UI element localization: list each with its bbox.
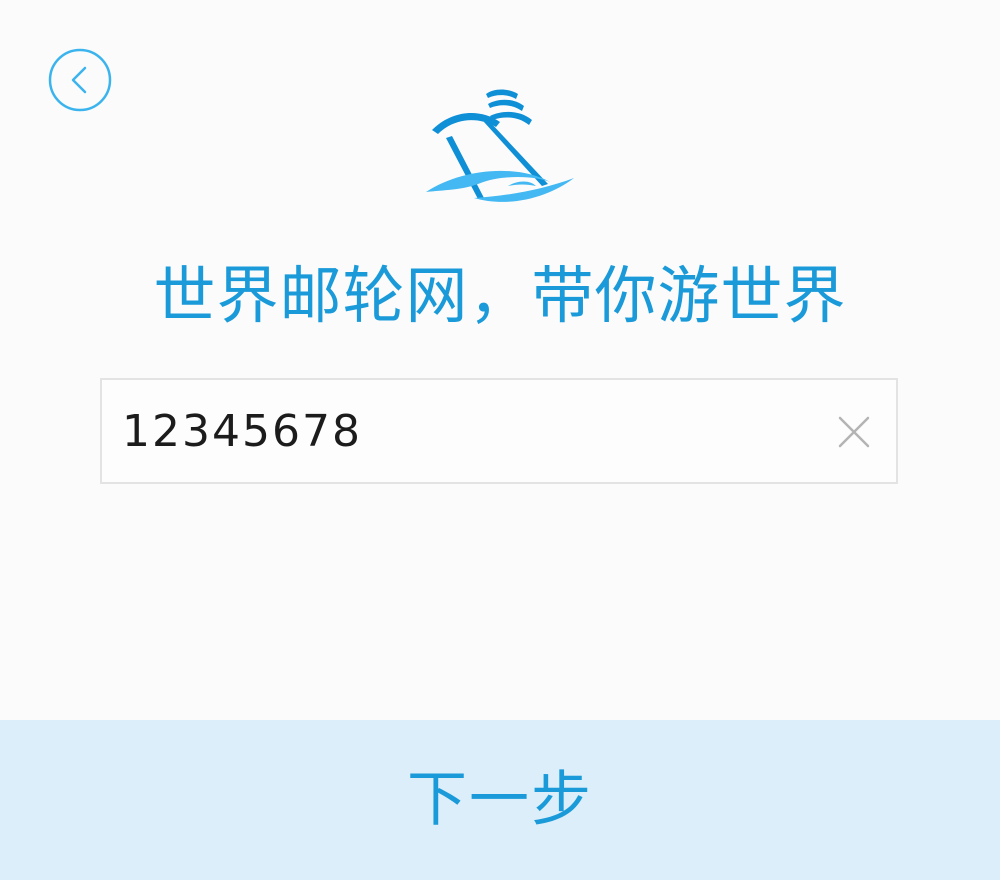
close-icon: [838, 416, 870, 448]
phone-input-box: [100, 378, 898, 484]
next-step-button[interactable]: 下一步: [0, 720, 1000, 880]
slogan-heading: 世界邮轮网，带你游世界: [153, 259, 847, 332]
back-button[interactable]: [48, 48, 112, 112]
cruise-ship-logo-icon: [426, 89, 574, 202]
cruise-ship-logo: [422, 86, 578, 208]
phone-input[interactable]: [122, 380, 822, 482]
chevron-left-circle-icon: [48, 48, 112, 112]
clear-input-button[interactable]: [836, 414, 872, 450]
